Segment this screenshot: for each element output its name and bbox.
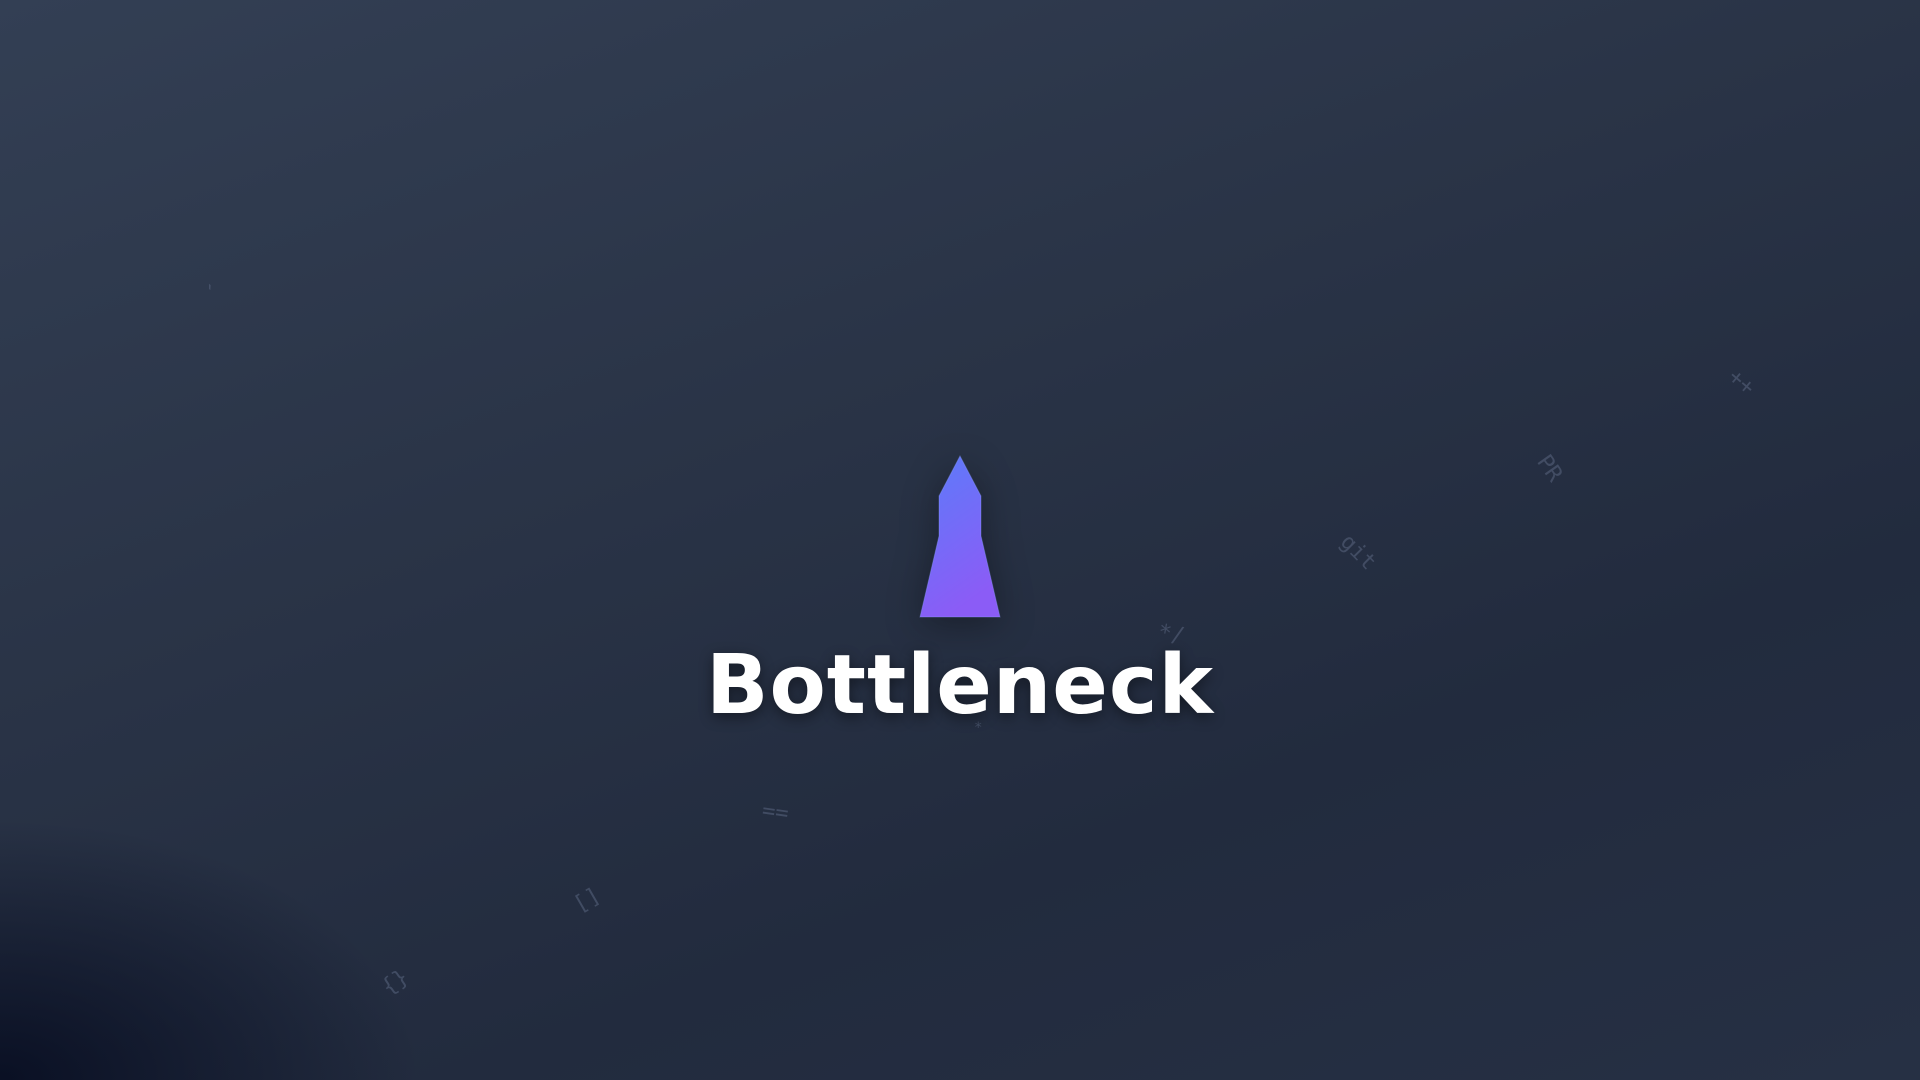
app-title: Bottleneck	[705, 638, 1215, 733]
background-glyph-brackets: []	[569, 883, 605, 918]
background-glyph-increment: ++	[1723, 364, 1760, 401]
background-glyph-backtick: `	[191, 280, 218, 309]
background-glyph-git: git	[1334, 529, 1381, 576]
background-glyph-braces: {}	[377, 964, 414, 1001]
background-glyph-pr: PR	[1531, 450, 1568, 487]
background-glyph-equals: ==	[760, 798, 791, 827]
splash-screen: ` ++ PR git */ * == [] {} .logo-shape { …	[0, 0, 1920, 1080]
bottleneck-logo-icon: .logo-shape { stroke: rgba(140,160,255,0…	[912, 452, 1008, 624]
